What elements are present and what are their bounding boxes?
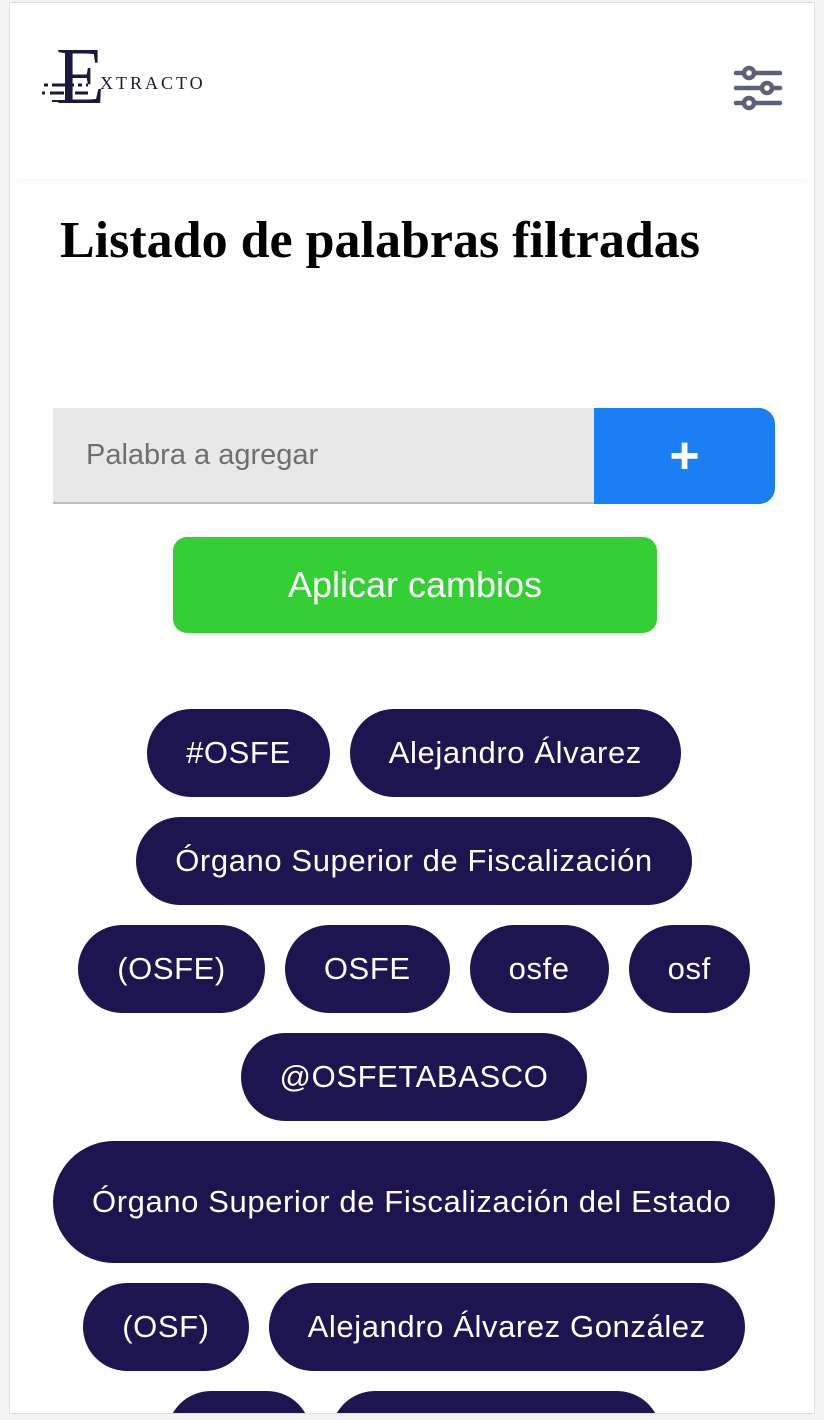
word-input[interactable] — [53, 408, 594, 504]
settings-button[interactable] — [730, 61, 786, 117]
word-chip[interactable]: OSFE — [284, 925, 450, 1013]
word-chip[interactable]: #OSFE — [147, 709, 330, 797]
word-chip[interactable]: @OSFETABASCO — [240, 1033, 588, 1121]
app-frame: E XTRACTO Listado de palabras filtradas — [9, 2, 815, 1414]
word-chip[interactable]: Alejandro Álvarez — [349, 709, 681, 797]
word-chip[interactable]: Órgano Superior de Fiscalización del Est… — [53, 1141, 775, 1263]
word-chip[interactable]: (OSFE) — [78, 925, 265, 1013]
header: E XTRACTO — [10, 3, 814, 179]
word-chip-partial[interactable]: . — [167, 1391, 311, 1413]
filtered-words-list: #OSFE Alejandro Álvarez Órgano Superior … — [53, 709, 775, 1413]
word-chip[interactable]: Órgano Superior de Fiscalización — [136, 817, 692, 905]
logo-letter: E — [56, 33, 105, 121]
sliders-icon — [733, 65, 783, 111]
word-chip[interactable]: osf — [628, 925, 750, 1013]
word-chip[interactable]: Alejandro Álvarez González — [268, 1283, 745, 1371]
word-chip[interactable]: (OSF) — [83, 1283, 249, 1371]
logo: E XTRACTO — [42, 37, 232, 117]
logo-text: XTRACTO — [100, 73, 206, 93]
apply-changes-button[interactable]: Aplicar cambios — [173, 537, 657, 633]
page-title: Listado de palabras filtradas — [60, 212, 700, 269]
add-word-form: + — [53, 408, 775, 506]
word-chip[interactable]: osfe — [469, 925, 609, 1013]
add-word-button[interactable]: + — [594, 408, 775, 504]
word-chip-partial[interactable]: . — [331, 1391, 661, 1413]
